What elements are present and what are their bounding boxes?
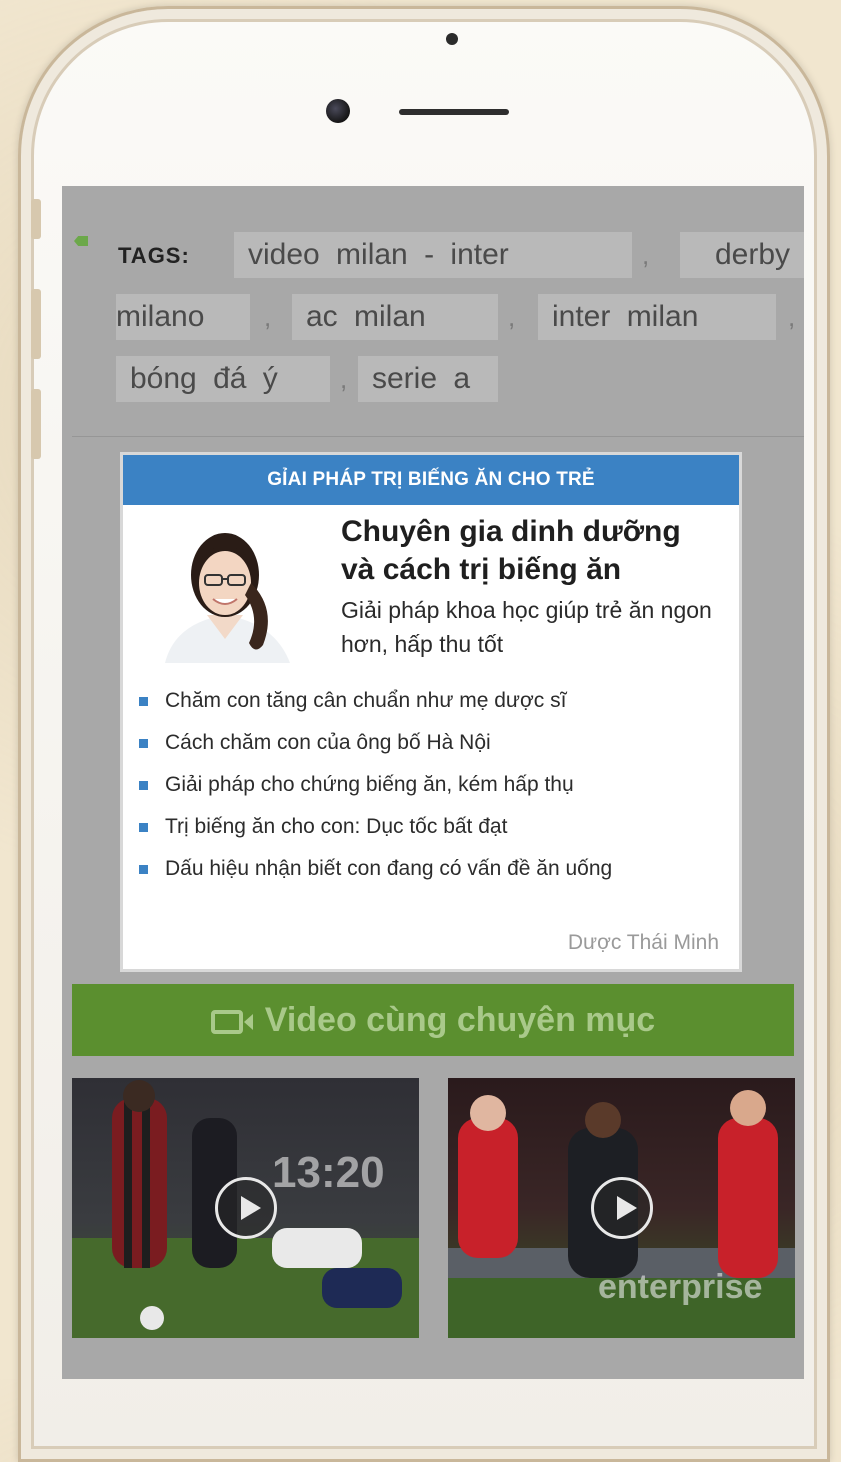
- video-thumbnail[interactable]: enterprise: [448, 1078, 795, 1338]
- ad-link[interactable]: Dấu hiệu nhận biết con đang có vấn đề ăn…: [133, 848, 739, 890]
- ad-link-text: Giải pháp cho chứng biếng ăn, kém hấp th…: [165, 773, 574, 796]
- mute-switch: [31, 199, 41, 239]
- earpiece-speaker: [399, 109, 509, 115]
- ad-header[interactable]: GỈAI PHÁP TRỊ BIẾNG ĂN CHO TRẺ: [123, 455, 739, 505]
- video-thumbnail[interactable]: 13:20: [72, 1078, 419, 1338]
- ad-link-text: Dấu hiệu nhận biết con đang có vấn đề ăn…: [165, 857, 613, 880]
- ad-link-list: Chăm con tăng cân chuẩn như mẹ dược sĩ C…: [133, 680, 739, 890]
- ad-subtitle: Giải pháp khoa học giúp trẻ ăn ngon hơn,…: [341, 597, 712, 657]
- ad-link[interactable]: Chăm con tăng cân chuẩn như mẹ dược sĩ: [133, 680, 739, 722]
- tag-video-milan-inter[interactable]: video milan - inter: [234, 232, 632, 278]
- tag-separator: ,: [340, 364, 348, 394]
- bullet-icon: [139, 823, 148, 832]
- phone-screen: TAGS: video milan - inter , derby milano…: [62, 186, 804, 1379]
- ad-title[interactable]: Chuyên gia dinh dưỡng và cách trị biếng …: [341, 513, 721, 589]
- ad-doctor-photo[interactable]: [145, 513, 305, 663]
- tag-inter-milan[interactable]: inter milan: [538, 294, 776, 340]
- ad-link-text: Trị biếng ăn cho con: Dục tốc bất đạt: [165, 815, 508, 838]
- bullet-icon: [139, 781, 148, 790]
- related-videos-title: Video cùng chuyên mục: [264, 1001, 656, 1039]
- video-camera-icon: [210, 988, 255, 1060]
- tag-bong-da-y[interactable]: bóng đá ý: [116, 356, 330, 402]
- tag-derby-milano-part1[interactable]: derby: [680, 232, 804, 278]
- volume-down-button: [31, 389, 41, 459]
- tag-separator: ,: [788, 302, 796, 332]
- sponsored-ad-box[interactable]: GỈAI PHÁP TRỊ BIẾNG ĂN CHO TRẺ Chuyên gi…: [120, 452, 742, 972]
- tag-derby-milano-part2[interactable]: milano: [116, 294, 250, 340]
- tag-separator: ,: [642, 240, 650, 270]
- tag-serie-a[interactable]: serie a: [358, 356, 498, 402]
- proximity-sensor: [446, 33, 458, 45]
- ad-link-text: Cách chăm con của ông bố Hà Nội: [165, 731, 491, 754]
- volume-up-button: [31, 289, 41, 359]
- bullet-icon: [139, 865, 148, 874]
- tags-row-1: TAGS: video milan - inter , derby: [76, 224, 804, 286]
- tag-separator: ,: [508, 302, 516, 332]
- tags-label: TAGS:: [118, 243, 190, 268]
- ad-link[interactable]: Cách chăm con của ông bố Hà Nội: [133, 722, 739, 764]
- tags-row-2: milano , ac milan , inter milan ,: [76, 286, 804, 348]
- scoreboard-text: 13:20: [272, 1148, 385, 1197]
- ad-link[interactable]: Giải pháp cho chứng biếng ăn, kém hấp th…: [133, 764, 739, 806]
- ad-link-text: Chăm con tăng cân chuẩn như mẹ dược sĩ: [165, 689, 567, 712]
- section-divider: [72, 436, 804, 437]
- bullet-icon: [139, 739, 148, 748]
- play-icon[interactable]: [214, 1177, 277, 1239]
- tag-ac-milan[interactable]: ac milan: [292, 294, 498, 340]
- ad-source[interactable]: Dược Thái Minh: [568, 931, 719, 955]
- front-camera: [326, 99, 350, 123]
- tag-separator: ,: [264, 302, 272, 332]
- bullet-icon: [139, 697, 148, 706]
- tags-section: TAGS: video milan - inter , derby milano…: [62, 186, 804, 410]
- scoreboard-text: enterprise: [598, 1268, 763, 1306]
- related-videos-header: Video cùng chuyên mục: [72, 984, 794, 1056]
- ad-link[interactable]: Trị biếng ăn cho con: Dục tốc bất đạt: [133, 806, 739, 848]
- play-icon[interactable]: [590, 1177, 653, 1239]
- tags-row-3: bóng đá ý , serie a: [76, 348, 804, 410]
